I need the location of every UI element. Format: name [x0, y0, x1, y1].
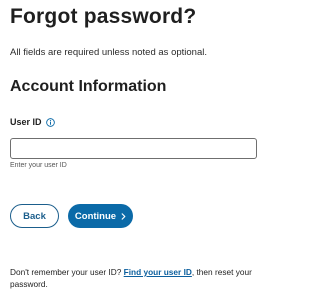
user-id-input[interactable]: [10, 138, 257, 159]
find-user-id-link[interactable]: Find your user ID: [124, 267, 192, 277]
user-id-label: User ID: [10, 117, 42, 127]
back-button-label: Back: [23, 210, 46, 222]
continue-button[interactable]: Continue: [68, 204, 133, 228]
forgot-password-page: Forgot password? All fields are required…: [0, 0, 274, 300]
required-fields-note: All fields are required unless noted as …: [10, 47, 207, 58]
page-title: Forgot password?: [10, 5, 197, 28]
user-id-label-row: User ID: [10, 117, 55, 127]
user-id-helper-text: Enter your user ID: [10, 162, 67, 169]
section-heading: Account Information: [10, 78, 167, 95]
chevron-right-icon: [121, 212, 126, 220]
back-button[interactable]: Back: [10, 204, 59, 228]
info-icon[interactable]: [45, 117, 55, 127]
footer-help-text: Don't remember your user ID? Find your u…: [10, 266, 266, 290]
continue-button-label: Continue: [74, 210, 117, 222]
footer-prefix: Don't remember your user ID?: [10, 267, 124, 277]
